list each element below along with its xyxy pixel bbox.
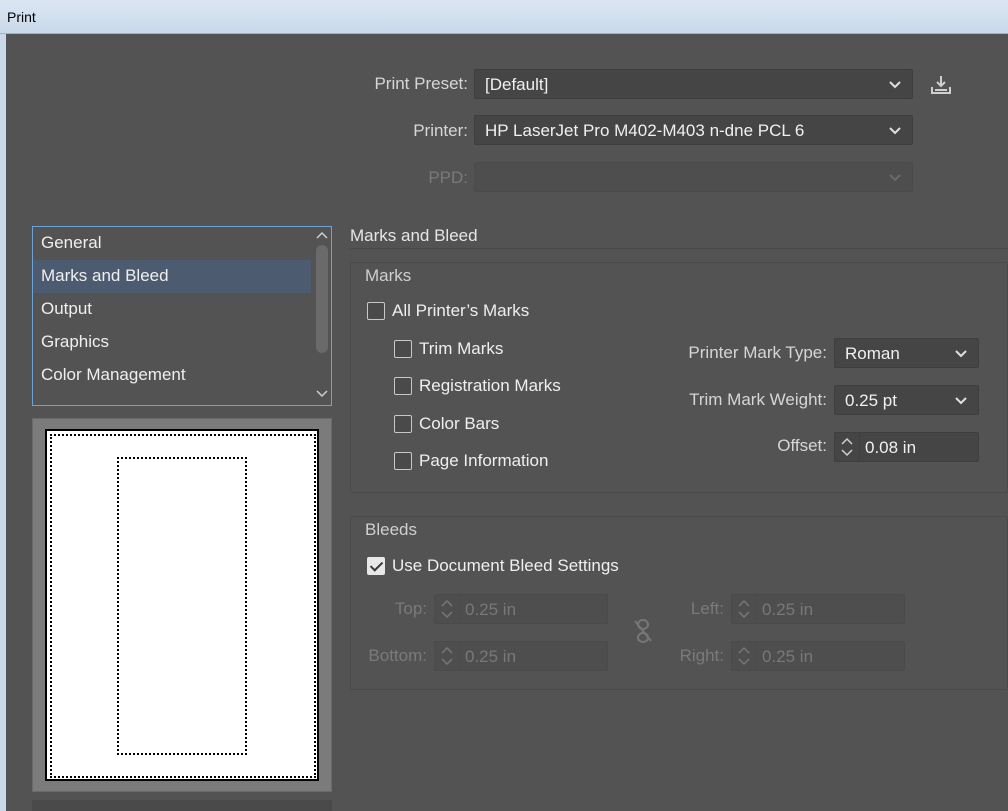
category-item-color-management[interactable]: Color Management <box>33 359 311 392</box>
bleed-top-value: 0.25 in <box>465 600 517 619</box>
chevron-up-icon[interactable] <box>316 230 328 240</box>
trim-mark-weight-label: Trim Mark Weight: <box>689 390 827 409</box>
print-preset-dropdown[interactable]: [Default] <box>474 69 913 99</box>
all-printers-marks-label[interactable]: All Printer’s Marks <box>392 301 529 321</box>
printer-value: HP LaserJet Pro M402-M403 n-dne PCL 6 <box>485 121 805 140</box>
category-item-general[interactable]: General <box>33 227 311 260</box>
page-preview <box>32 418 332 792</box>
chevron-down-icon <box>889 127 901 135</box>
section-divider <box>350 248 1008 249</box>
offset-stepper[interactable]: 0.08 in <box>834 432 979 462</box>
category-item-label: General <box>41 233 102 252</box>
category-item-output[interactable]: Output <box>33 293 311 326</box>
bleed-left-label: Left: <box>690 599 724 618</box>
bleed-right-value: 0.25 in <box>762 647 814 666</box>
bleed-right-stepper: 0.25 in <box>731 641 905 671</box>
category-item-label: Graphics <box>41 332 110 351</box>
bleed-left-value: 0.25 in <box>762 600 814 619</box>
bleed-bottom-label: Bottom: <box>368 646 427 665</box>
up-down-arrows-icon <box>441 599 453 619</box>
chevron-down-icon <box>889 81 901 89</box>
marks-group: Marks All Printer’s Marks Trim Marks Reg… <box>350 262 1008 493</box>
up-down-arrows-icon <box>441 646 453 666</box>
registration-marks-checkbox[interactable] <box>394 377 412 395</box>
color-bars-label[interactable]: Color Bars <box>419 414 499 434</box>
bleeds-group-title: Bleeds <box>365 520 417 539</box>
trim-marks-checkbox[interactable] <box>394 340 412 358</box>
broken-link-icon <box>634 619 652 643</box>
chevron-down-icon[interactable] <box>316 389 328 399</box>
print-preset-label: Print Preset: <box>374 74 468 93</box>
category-item-label: Output <box>41 299 93 318</box>
print-preset-value: [Default] <box>485 75 549 94</box>
save-preset-icon[interactable] <box>930 74 952 96</box>
bleed-right-arrows <box>732 642 757 670</box>
printer-mark-type-value: Roman <box>845 344 900 363</box>
category-item-label: Color Management <box>41 365 186 384</box>
bleed-bottom-stepper: 0.25 in <box>434 641 608 671</box>
bleed-top-arrows <box>435 595 460 623</box>
printer-dropdown[interactable]: HP LaserJet Pro M402-M403 n-dne PCL 6 <box>474 115 913 145</box>
color-bars-checkbox[interactable] <box>394 415 412 433</box>
window-title: Print <box>7 9 36 25</box>
use-document-bleed-label[interactable]: Use Document Bleed Settings <box>392 556 619 576</box>
offset-value[interactable]: 0.08 in <box>865 438 916 458</box>
bleed-bottom-value: 0.25 in <box>465 647 517 666</box>
offset-label: Offset: <box>777 436 827 455</box>
preview-page <box>45 429 319 781</box>
bleed-right-label: Right: <box>679 646 724 665</box>
chevron-down-icon <box>889 174 901 182</box>
bleed-left-stepper: 0.25 in <box>731 594 905 624</box>
window-titlebar: Print <box>0 0 1008 34</box>
all-printers-marks-checkbox[interactable] <box>367 302 385 320</box>
registration-marks-label[interactable]: Registration Marks <box>419 376 561 396</box>
category-item-graphics[interactable]: Graphics <box>33 326 311 359</box>
preview-tabs-strip <box>32 800 332 811</box>
bleed-top-stepper: 0.25 in <box>434 594 608 624</box>
printer-label: Printer: <box>413 121 468 140</box>
up-down-arrows-icon[interactable] <box>841 436 853 458</box>
printer-mark-type-label: Printer Mark Type: <box>688 343 827 362</box>
bleed-left-arrows <box>732 595 757 623</box>
print-dialog: Print Preset: [Default] Printer: HP Lase… <box>6 34 1008 811</box>
preview-content-area <box>117 457 247 755</box>
bleeds-group: Bleeds Use Document Bleed Settings Top: … <box>350 516 1008 690</box>
category-list[interactable]: General Marks and Bleed Output Graphics … <box>32 226 332 406</box>
trim-marks-label[interactable]: Trim Marks <box>419 339 503 359</box>
trim-mark-weight-value: 0.25 pt <box>845 391 897 410</box>
page-information-label[interactable]: Page Information <box>419 451 548 471</box>
trim-mark-weight-dropdown[interactable]: 0.25 pt <box>834 385 979 415</box>
section-title: Marks and Bleed <box>350 226 478 245</box>
category-list-scrollbar[interactable] <box>313 227 331 405</box>
offset-stepper-arrows[interactable] <box>835 433 860 461</box>
up-down-arrows-icon <box>738 646 750 666</box>
ppd-label: PPD: <box>428 168 468 187</box>
ppd-dropdown <box>474 162 913 192</box>
category-item-marks-and-bleed[interactable]: Marks and Bleed <box>33 260 311 293</box>
page-information-checkbox[interactable] <box>394 452 412 470</box>
chevron-down-icon <box>955 350 967 358</box>
category-item-label: Marks and Bleed <box>41 266 169 285</box>
chevron-down-icon <box>955 397 967 405</box>
bleed-bottom-arrows <box>435 642 460 670</box>
scrollbar-thumb[interactable] <box>316 245 328 353</box>
up-down-arrows-icon <box>738 599 750 619</box>
marks-group-title: Marks <box>365 266 412 285</box>
printer-mark-type-dropdown[interactable]: Roman <box>834 338 979 368</box>
use-document-bleed-checkbox[interactable] <box>367 557 385 575</box>
bleed-top-label: Top: <box>394 599 427 618</box>
